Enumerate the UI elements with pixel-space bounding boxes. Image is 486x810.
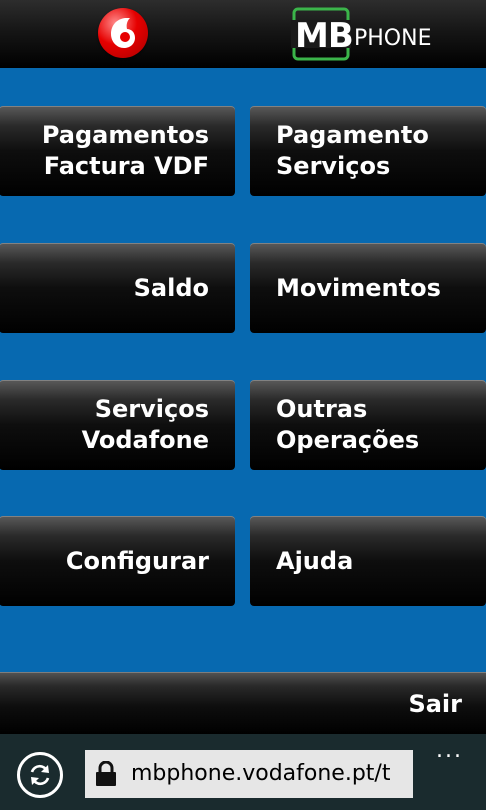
tile-label: Saldo: [133, 273, 209, 302]
servicos-vodafone-button[interactable]: Serviços Vodafone: [0, 380, 235, 470]
ajuda-button[interactable]: Ajuda: [250, 516, 486, 606]
mb-logo-text: MB: [295, 16, 354, 56]
exit-button[interactable]: Sair: [408, 689, 462, 719]
url-text: mbphone.vodafone.pt/t: [131, 761, 391, 786]
lock-icon: [96, 761, 116, 786]
app-header: MB PHONE: [0, 0, 486, 68]
vodafone-logo-icon: [98, 8, 148, 58]
tile-label: Pagamento Serviços: [276, 121, 429, 180]
outras-operacoes-button[interactable]: Outras Operações: [250, 380, 486, 470]
tile-label: Outras Operações: [276, 395, 420, 454]
more-options-icon[interactable]: ...: [436, 740, 463, 762]
pagamentos-factura-button[interactable]: Pagamentos Factura VDF: [0, 106, 235, 196]
mb-phone-logo: MB PHONE: [291, 6, 451, 62]
saldo-button[interactable]: Saldo: [0, 243, 235, 333]
refresh-icon[interactable]: [17, 752, 63, 798]
tile-label: Ajuda: [276, 546, 354, 575]
browser-address-bar: mbphone.vodafone.pt/t ...: [0, 734, 486, 810]
menu-area: Pagamentos Factura VDF Pagamento Serviço…: [0, 68, 486, 672]
tile-label: Movimentos: [276, 273, 441, 302]
movimentos-button[interactable]: Movimentos: [250, 243, 486, 333]
address-field[interactable]: mbphone.vodafone.pt/t: [85, 750, 413, 798]
configurar-button[interactable]: Configurar: [0, 516, 235, 606]
exit-bar[interactable]: Sair: [0, 672, 486, 734]
pagamento-servicos-button[interactable]: Pagamento Serviços: [250, 106, 486, 196]
tile-label: Configurar: [65, 546, 209, 575]
phone-logo-text: PHONE: [354, 26, 432, 51]
tile-label: Serviços Vodafone: [81, 395, 209, 454]
tile-label: Pagamentos Factura VDF: [41, 121, 209, 180]
